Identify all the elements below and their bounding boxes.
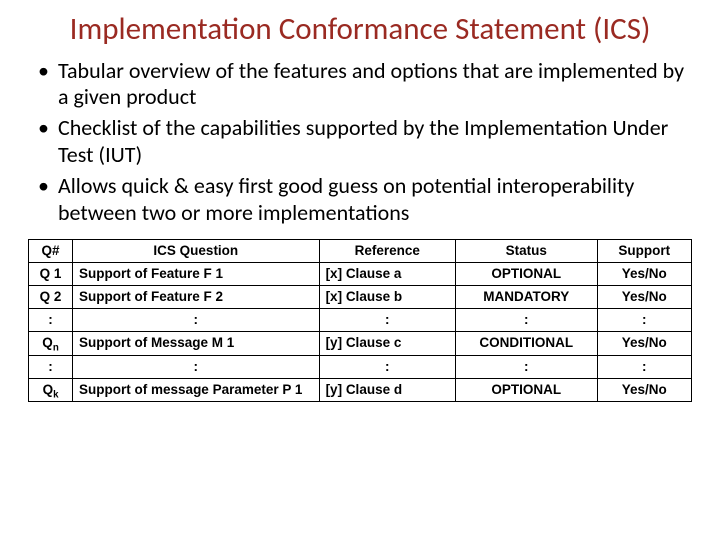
table-row: QkSupport of message Parameter P 1[y] Cl…: [29, 378, 692, 401]
table-row: Q 2Support of Feature F 2[x] Clause bMAN…: [29, 285, 692, 308]
cell-status: :: [455, 309, 597, 332]
cell-ref: :: [319, 355, 455, 378]
cell-support: :: [597, 355, 691, 378]
cell-ref: [x] Clause a: [319, 262, 455, 285]
cell-q: Qn: [29, 332, 73, 355]
cell-support: :: [597, 309, 691, 332]
cell-status: :: [455, 355, 597, 378]
cell-status: OPTIONAL: [455, 262, 597, 285]
bullet-item: Checklist of the capabilities supported …: [58, 115, 692, 169]
col-support: Support: [597, 239, 691, 262]
cell-ics: Support of message Parameter P 1: [73, 378, 320, 401]
ics-table: Q# ICS Question Reference Status Support…: [28, 239, 692, 402]
cell-q: Q 2: [29, 285, 73, 308]
cell-support: Yes/No: [597, 262, 691, 285]
bullet-item: Tabular overview of the features and opt…: [58, 58, 692, 112]
cell-ref: :: [319, 309, 455, 332]
bullet-list: Tabular overview of the features and opt…: [28, 58, 692, 227]
cell-ics: Support of Feature F 1: [73, 262, 320, 285]
cell-q: Qk: [29, 378, 73, 401]
cell-support: Yes/No: [597, 332, 691, 355]
cell-support: Yes/No: [597, 378, 691, 401]
col-status: Status: [455, 239, 597, 262]
cell-status: CONDITIONAL: [455, 332, 597, 355]
cell-q: :: [29, 355, 73, 378]
cell-ics: :: [73, 309, 320, 332]
col-ref: Reference: [319, 239, 455, 262]
cell-ics: Support of Feature F 2: [73, 285, 320, 308]
cell-status: MANDATORY: [455, 285, 597, 308]
cell-q: Q 1: [29, 262, 73, 285]
table-row: Q 1Support of Feature F 1[x] Clause aOPT…: [29, 262, 692, 285]
cell-ref: [x] Clause b: [319, 285, 455, 308]
col-ics: ICS Question: [73, 239, 320, 262]
cell-ics: Support of Message M 1: [73, 332, 320, 355]
cell-ref: [y] Clause d: [319, 378, 455, 401]
bullet-item: Allows quick & easy first good guess on …: [58, 173, 692, 227]
cell-status: OPTIONAL: [455, 378, 597, 401]
cell-ref: [y] Clause c: [319, 332, 455, 355]
table-row: :::::: [29, 355, 692, 378]
table-header-row: Q# ICS Question Reference Status Support: [29, 239, 692, 262]
cell-ics: :: [73, 355, 320, 378]
cell-support: Yes/No: [597, 285, 691, 308]
col-q: Q#: [29, 239, 73, 262]
table-row: :::::: [29, 309, 692, 332]
cell-q: :: [29, 309, 73, 332]
page-title: Implementation Conformance Statement (IC…: [28, 12, 692, 48]
table-row: QnSupport of Message M 1[y] Clause cCOND…: [29, 332, 692, 355]
slide: Implementation Conformance Statement (IC…: [0, 0, 720, 540]
table-body: Q 1Support of Feature F 1[x] Clause aOPT…: [29, 262, 692, 401]
